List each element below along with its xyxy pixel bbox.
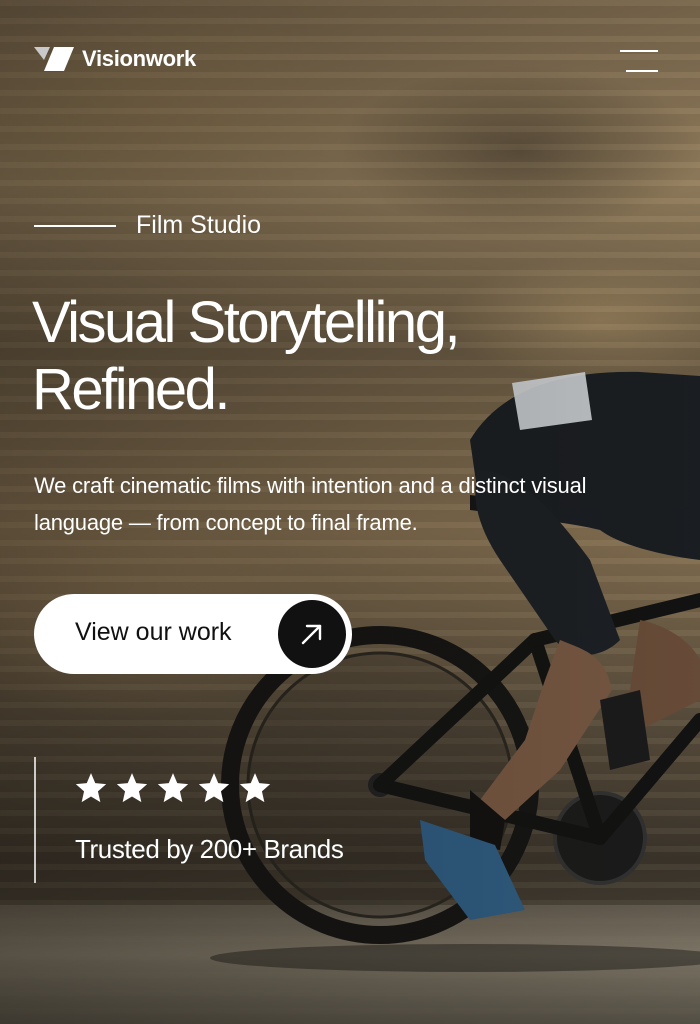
hero-description: We craft cinematic films with intention … (34, 473, 587, 535)
cta-icon-circle (278, 600, 346, 668)
arrow-up-right-icon (301, 624, 322, 645)
hero-eyebrow: Film Studio (34, 211, 261, 240)
trust-divider (34, 757, 36, 883)
menu-line-top (620, 50, 658, 52)
brand-name: Visionwork (82, 46, 196, 71)
star-rating (74, 771, 279, 805)
menu-line-bottom (626, 70, 658, 72)
star-icon (239, 773, 271, 803)
hamburger-menu-button[interactable] (620, 50, 658, 72)
hero-screen: Visionwork Film Studio Visual Storytelli… (0, 0, 700, 1024)
site-header: Visionwork (34, 46, 658, 76)
trust-text: Trusted by 200+ Brands (75, 834, 344, 864)
star-icon (116, 773, 148, 803)
star-icon (157, 773, 189, 803)
star-icon (198, 773, 230, 803)
star-icon (75, 773, 107, 803)
visionwork-logo-icon (34, 47, 74, 71)
brand-logo[interactable]: Visionwork (34, 46, 196, 72)
headline-line-2: Refined. (32, 357, 231, 422)
eyebrow-label: Film Studio (136, 211, 262, 239)
eyebrow-divider (34, 224, 116, 227)
view-our-work-button[interactable]: View our work (34, 594, 352, 674)
cta-label: View our work (75, 618, 232, 646)
hero-headline: Visual Storytelling, Refined. (32, 289, 672, 423)
headline-line-1: Visual Storytelling, (32, 290, 461, 355)
